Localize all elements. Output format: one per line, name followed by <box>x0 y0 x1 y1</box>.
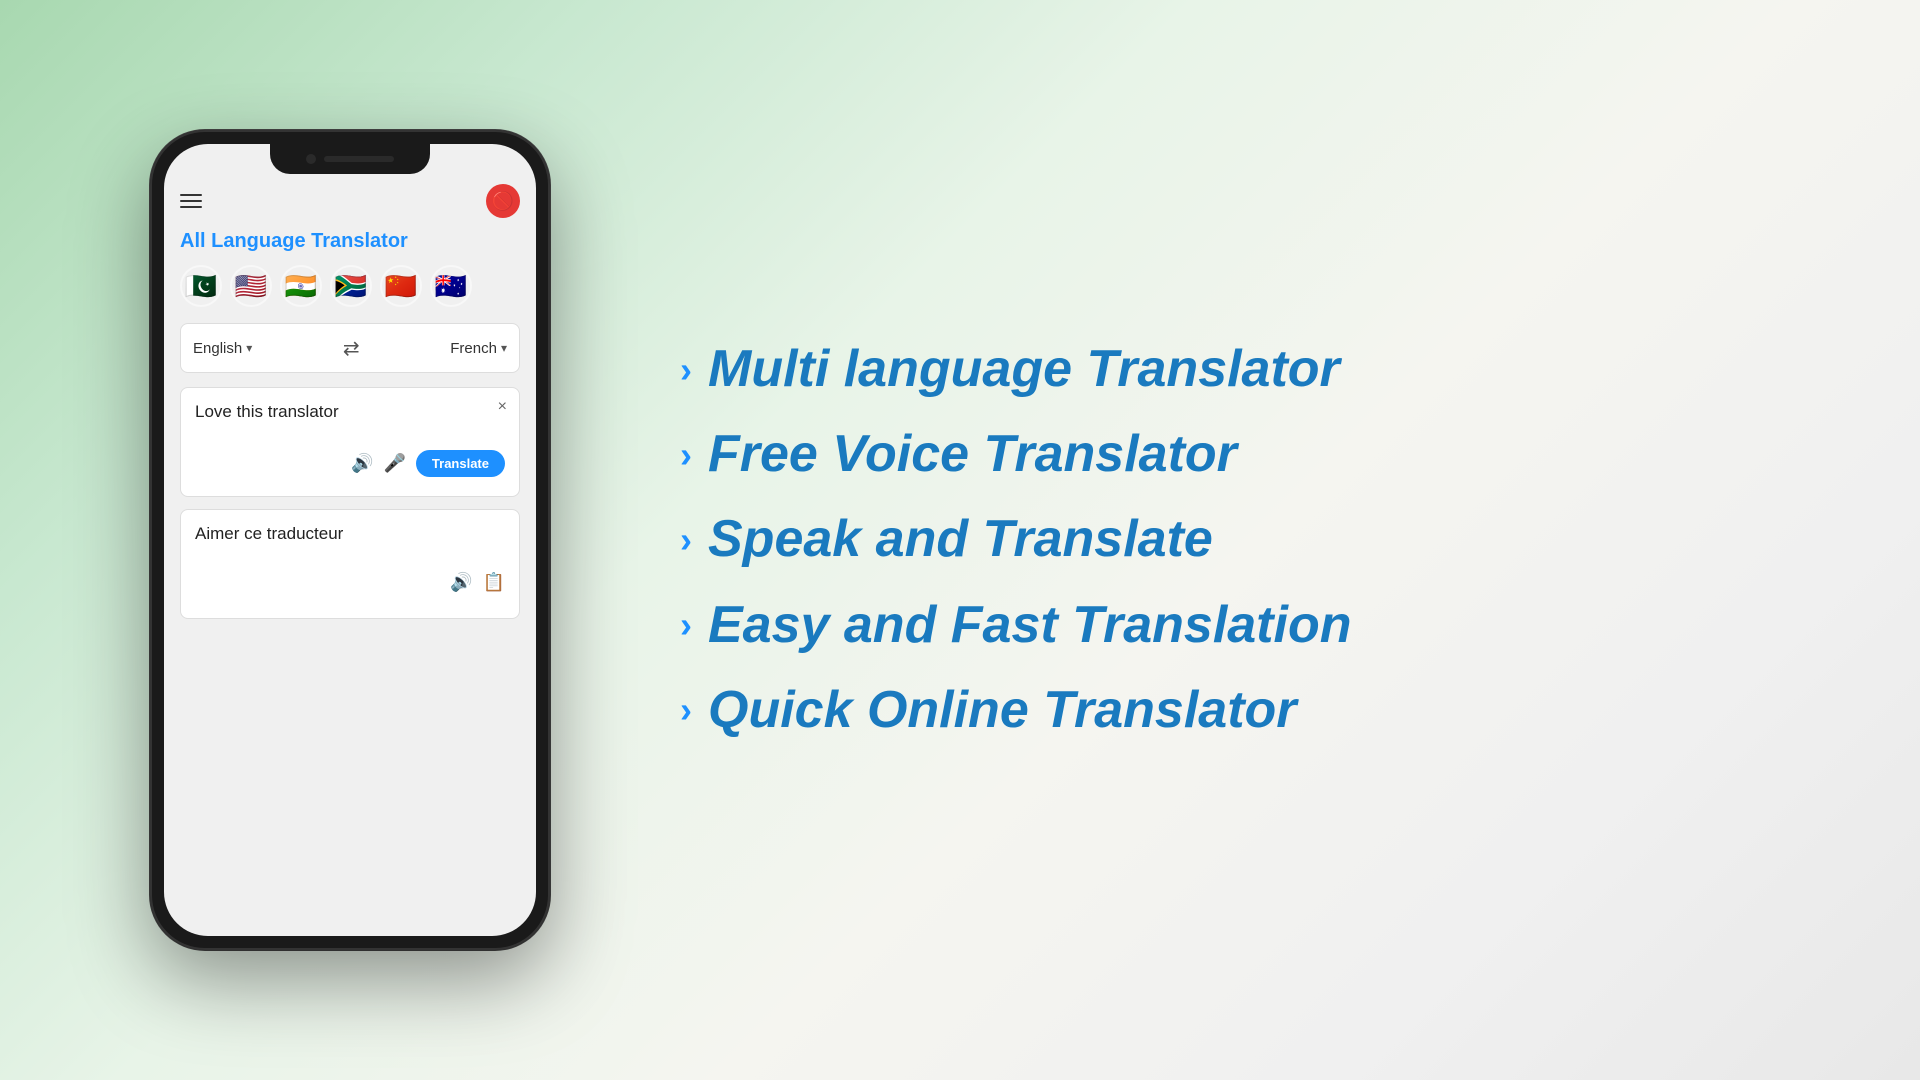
flag-usa[interactable]: 🇺🇸 <box>230 265 272 307</box>
source-language-label: English <box>193 340 242 357</box>
feature-item-1: › Multi language Translator <box>680 341 1840 398</box>
feature-text-3: Speak and Translate <box>708 511 1213 568</box>
chevron-icon-3: › <box>680 522 692 558</box>
chevron-icon-4: › <box>680 607 692 643</box>
screen-content: 🚫 All Language Translator 🇵🇰 🇺🇸 🇮🇳 🇿🇦 🇨🇳… <box>164 144 536 936</box>
swap-icon: ⇄ <box>343 336 360 361</box>
feature-text-1: Multi language Translator <box>708 341 1340 398</box>
flag-china[interactable]: 🇨🇳 <box>380 265 422 307</box>
source-chevron-icon: ▾ <box>246 341 252 355</box>
chevron-icon-2: › <box>680 437 692 473</box>
phone-notch <box>270 144 430 174</box>
flag-pakistan[interactable]: 🇵🇰 <box>180 265 222 307</box>
copy-icon[interactable]: 📋 <box>483 572 505 593</box>
flag-south-africa[interactable]: 🇿🇦 <box>330 265 372 307</box>
translated-text: Aimer ce traducteur <box>195 524 505 544</box>
feature-item-4: › Easy and Fast Translation <box>680 597 1840 654</box>
mic-icon[interactable]: 🎤 <box>383 453 405 474</box>
output-actions: 🔊 📋 <box>195 572 505 593</box>
phone-container: 🚫 All Language Translator 🇵🇰 🇺🇸 🇮🇳 🇿🇦 🇨🇳… <box>140 110 560 970</box>
flag-row: 🇵🇰 🇺🇸 🇮🇳 🇿🇦 🇨🇳 🇦🇺 <box>180 265 520 307</box>
feature-item-5: › Quick Online Translator <box>680 682 1840 739</box>
chevron-icon-1: › <box>680 352 692 388</box>
input-box: Love this translator × 🔊 🎤 Translate <box>180 387 520 497</box>
feature-list: › Multi language Translator › Free Voice… <box>680 341 1840 739</box>
target-chevron-icon: ▾ <box>501 341 507 355</box>
target-language-button[interactable]: French ▾ <box>450 340 507 357</box>
app-header: 🚫 <box>180 184 520 218</box>
chevron-icon-5: › <box>680 692 692 728</box>
menu-icon[interactable] <box>180 194 202 208</box>
feature-text-5: Quick Online Translator <box>708 682 1297 739</box>
phone-frame: 🚫 All Language Translator 🇵🇰 🇺🇸 🇮🇳 🇿🇦 🇨🇳… <box>150 130 550 950</box>
app-title: All Language Translator <box>180 230 520 253</box>
swap-languages-button[interactable]: ⇄ <box>335 332 367 364</box>
feature-text-2: Free Voice Translator <box>708 426 1237 483</box>
flag-australia[interactable]: 🇦🇺 <box>430 265 472 307</box>
close-icon: × <box>498 398 507 415</box>
feature-item-3: › Speak and Translate <box>680 511 1840 568</box>
source-language-button[interactable]: English ▾ <box>193 340 252 357</box>
output-volume-icon[interactable]: 🔊 <box>450 572 472 593</box>
input-actions: 🔊 🎤 Translate <box>195 450 505 477</box>
output-box: Aimer ce traducteur 🔊 📋 <box>180 509 520 619</box>
source-text[interactable]: Love this translator <box>195 402 505 422</box>
target-language-label: French <box>450 340 497 357</box>
no-ads-icon[interactable]: 🚫 <box>486 184 520 218</box>
left-section: 🚫 All Language Translator 🇵🇰 🇺🇸 🇮🇳 🇿🇦 🇨🇳… <box>0 0 640 1080</box>
right-section: › Multi language Translator › Free Voice… <box>640 281 1920 799</box>
notch-line <box>324 156 394 162</box>
volume-icon[interactable]: 🔊 <box>351 453 373 474</box>
phone-screen: 🚫 All Language Translator 🇵🇰 🇺🇸 🇮🇳 🇿🇦 🇨🇳… <box>164 144 536 936</box>
notch-dot <box>306 154 316 164</box>
language-selector: English ▾ ⇄ French ▾ <box>180 323 520 373</box>
clear-input-button[interactable]: × <box>498 398 507 416</box>
feature-text-4: Easy and Fast Translation <box>708 597 1351 654</box>
flag-india[interactable]: 🇮🇳 <box>280 265 322 307</box>
feature-item-2: › Free Voice Translator <box>680 426 1840 483</box>
translate-button[interactable]: Translate <box>416 450 505 477</box>
